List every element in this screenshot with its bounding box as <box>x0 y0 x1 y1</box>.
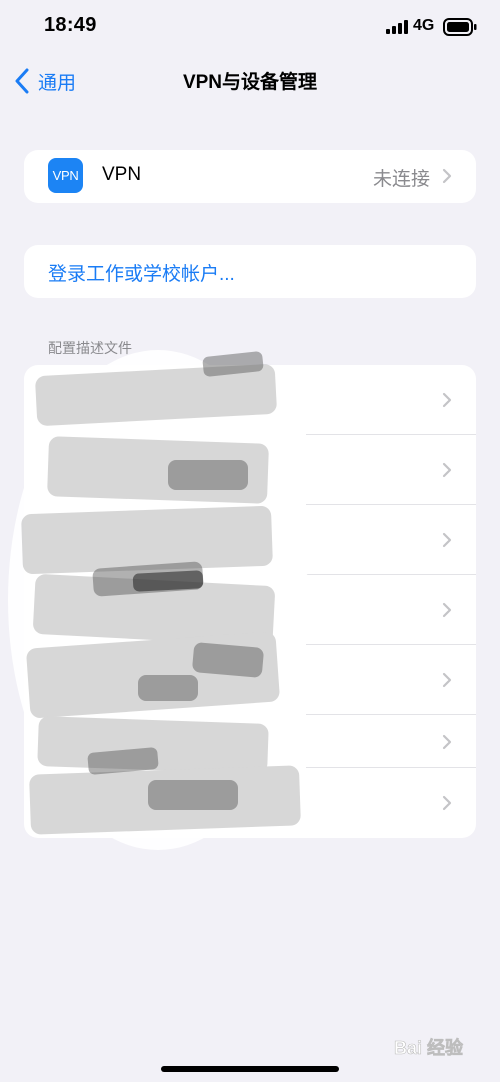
chevron-right-icon <box>442 532 452 548</box>
chevron-right-icon <box>442 462 452 478</box>
chevron-right-icon <box>442 672 452 688</box>
baidu-jingyan-watermark: Bai 经验 <box>394 1037 465 1059</box>
vpn-badge-icon: VPN <box>48 158 83 193</box>
network-type-label: 4G <box>413 17 435 34</box>
home-indicator[interactable] <box>161 1066 339 1072</box>
navigation-bar: 通用 VPN与设备管理 <box>0 56 500 106</box>
login-work-school-account-button[interactable]: 登录工作或学校帐户... <box>24 245 476 298</box>
vpn-status: 未连接 <box>372 169 430 190</box>
signal-bars-icon <box>386 20 408 34</box>
chevron-right-icon <box>442 392 452 408</box>
chevron-right-icon <box>442 734 452 749</box>
battery-icon <box>443 18 477 36</box>
watermark-text: Bai 经验 <box>394 1037 464 1058</box>
vpn-row[interactable]: VPN VPN 未连接 <box>24 150 476 203</box>
login-work-school-account-label: 登录工作或学校帐户... <box>48 264 235 285</box>
page-title: VPN与设备管理 <box>182 72 318 93</box>
vpn-label: VPN <box>102 164 142 185</box>
status-time: 18:49 <box>44 14 97 36</box>
chevron-right-icon <box>442 168 452 184</box>
chevron-right-icon <box>442 602 452 618</box>
screen: 18:49 4G 通用 VPN与设备管理 VPN VPN 未连接 登录工作或学校… <box>0 0 500 1082</box>
redaction-scribble <box>8 350 308 850</box>
status-bar: 18:49 4G <box>0 0 500 56</box>
chevron-right-icon <box>442 795 452 811</box>
